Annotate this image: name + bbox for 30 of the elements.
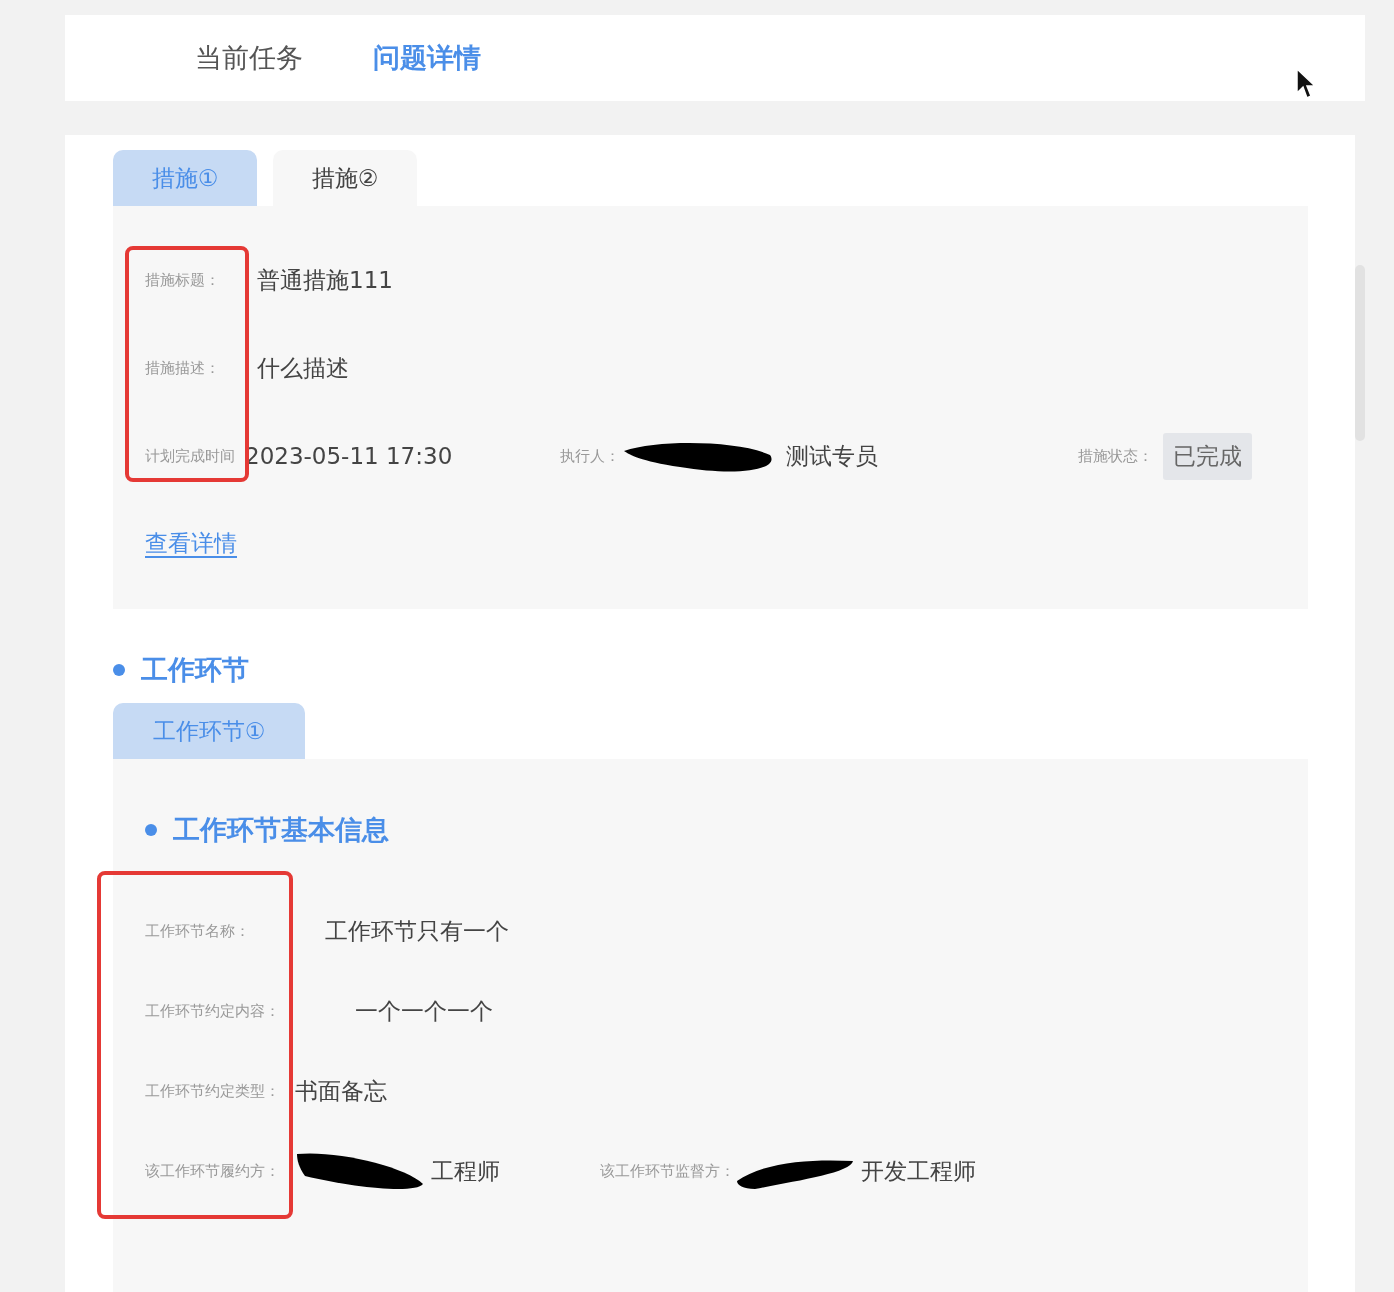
field-label: 执行人： (560, 446, 621, 466)
field-value: 书面备忘 (295, 1076, 387, 1106)
field-label: 该工作环节履约方： (145, 1161, 281, 1181)
section-heading: 工作环节 (141, 653, 249, 687)
field-value: 一个一个一个 (355, 996, 493, 1026)
field-label: 工作环节约定类型： (145, 1081, 281, 1101)
field-value: 测试专员 (786, 441, 879, 471)
field-value: 工程师 (431, 1156, 500, 1186)
nav-tab[interactable]: 问题详情 (373, 40, 481, 76)
field-value: 普通措施111 (257, 265, 393, 295)
field-label: 工作环节约定内容： (145, 1001, 281, 1021)
detail-link[interactable]: 查看详情 (145, 528, 237, 559)
field-label: 该工作环节监督方： (600, 1161, 735, 1181)
bullet-icon (145, 824, 157, 836)
field-label: 措施标题： (145, 270, 221, 290)
measure-tab[interactable]: 措施② (273, 150, 417, 206)
field-label: 措施状态： (1078, 446, 1154, 466)
work-step-tab[interactable]: 工作环节① (113, 703, 305, 759)
measure-tab[interactable]: 措施① (113, 150, 257, 206)
field-label: 措施描述： (145, 358, 221, 378)
field-value: 开发工程师 (861, 1156, 976, 1186)
field-label: 工作环节名称： (145, 921, 251, 941)
nav-tab[interactable]: 当前任务 (195, 40, 303, 76)
scrollbar[interactable] (1355, 265, 1365, 441)
bullet-icon (113, 664, 125, 676)
field-value: 什么描述 (257, 353, 349, 383)
field-value: 2023-05-11 17:30 (245, 443, 453, 469)
section-heading: 工作环节基本信息 (173, 813, 389, 847)
status-tag: 已完成 (1163, 432, 1253, 480)
field-value: 工作环节只有一个 (325, 916, 509, 946)
